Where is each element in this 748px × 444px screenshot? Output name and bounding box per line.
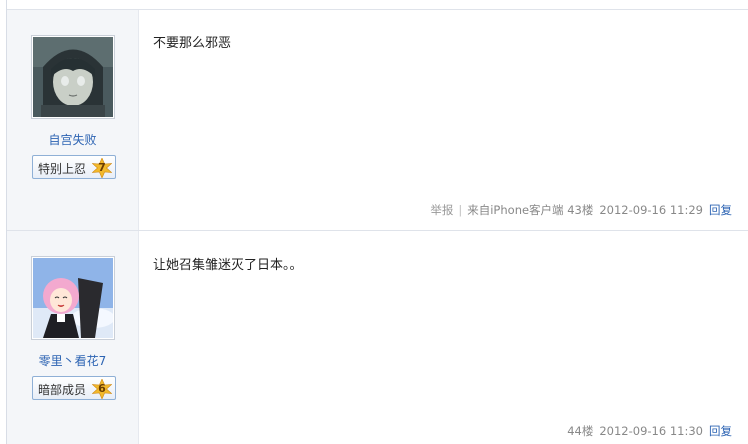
level-number: 6 [98,382,106,395]
client-source: 来自iPhone客户端 [467,203,564,217]
avatar[interactable] [31,256,115,340]
post-list: 自宫失败 特别上忍 7 不要那么邪恶 举报 | 来自iPhone客户端 43楼 201… [6,0,748,444]
username[interactable]: 自宫失败 [7,131,138,148]
post-meta: 44楼 2012-09-16 11:30 回复 [567,423,732,439]
author-sidebar: 零里丶看花7 暗部成员 6 [7,231,139,444]
meta-separator: | [458,203,463,217]
post-44: 零里丶看花7 暗部成员 6 让她召集雏迷灭了日本。。 44楼 2012-09-16… [7,230,748,444]
author-sidebar: 自宫失败 特别上忍 7 [7,10,139,230]
avatar-image-anime-girl [33,258,113,338]
report-link[interactable]: 举报 [430,203,453,217]
level-badge: 6 [92,379,112,399]
rank-badge[interactable]: 特别上忍 7 [32,155,116,179]
post-content: 不要那么邪恶 [153,36,232,51]
post-43: 自宫失败 特别上忍 7 不要那么邪恶 举报 | 来自iPhone客户端 43楼 201… [7,0,748,230]
rank-label: 特别上忍 [38,162,87,176]
avatar[interactable] [31,35,115,119]
username[interactable]: 零里丶看花7 [7,352,138,369]
post-meta: 举报 | 来自iPhone客户端 43楼 2012-09-16 11:29 回复 [430,202,732,218]
floor-number: 43楼 [567,203,594,217]
level-badge: 7 [92,158,112,178]
avatar-image-anime-girl [33,37,113,117]
reply-link[interactable]: 回复 [709,424,732,438]
post-content: 让她召集雏迷灭了日本。。 [153,258,303,273]
floor-number: 44楼 [567,424,594,438]
rank-label: 暗部成员 [38,383,87,397]
post-time: 2012-09-16 11:30 [599,424,703,438]
post-time: 2012-09-16 11:29 [599,203,703,217]
reply-link[interactable]: 回复 [709,203,732,217]
rank-badge[interactable]: 暗部成员 6 [32,376,116,400]
level-number: 7 [98,161,106,174]
